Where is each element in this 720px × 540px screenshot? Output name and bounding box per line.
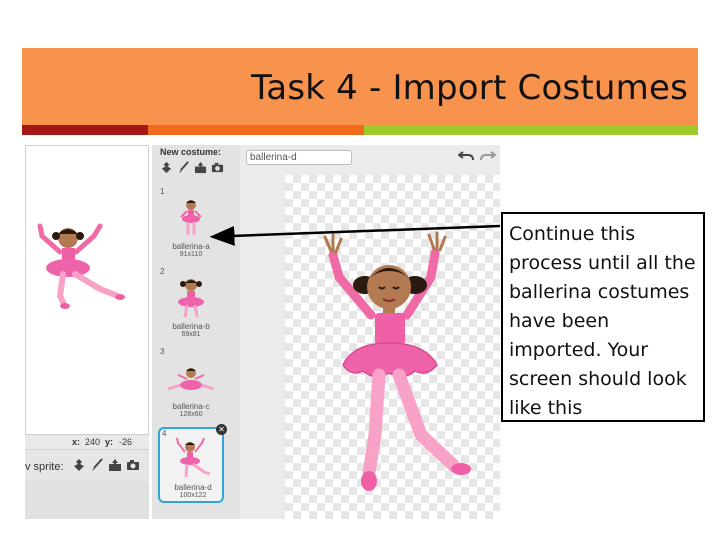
instruction-callout: Continue this process until all the ball… [501,212,705,422]
callout-text: Continue this process until all the ball… [509,223,696,419]
